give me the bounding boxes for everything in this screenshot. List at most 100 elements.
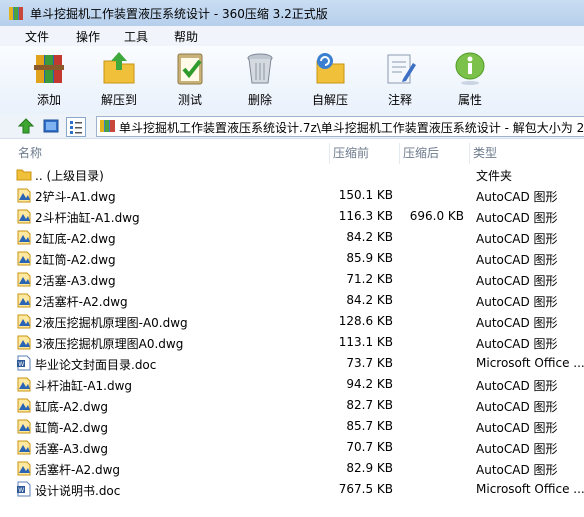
window-title: 单斗挖掘机工作装置液压系统设计 - 360压缩 3.2正式版	[30, 7, 328, 21]
detail-view-icon[interactable]	[66, 117, 86, 137]
autocad-file-icon	[17, 188, 31, 203]
file-row[interactable]: 2活塞杆-A2.dwg 84.2 KB AutoCAD 图形	[0, 290, 584, 311]
file-type: AutoCAD 图形	[476, 337, 558, 351]
folder-icon	[16, 169, 32, 181]
file-compressed-size: 696.0 KB	[409, 209, 464, 223]
comment-icon	[387, 54, 416, 84]
file-type: AutoCAD 图形	[476, 421, 558, 435]
file-row[interactable]: 2缸底-A2.dwg 84.2 KB AutoCAD 图形	[0, 227, 584, 248]
file-name: 2斗杆油缸-A1.dwg	[35, 211, 140, 225]
autocad-file-icon	[17, 335, 31, 350]
menu-operate[interactable]: 操作	[76, 28, 100, 45]
file-name: 斗杆油缸-A1.dwg	[35, 379, 133, 393]
menu-help[interactable]: 帮助	[174, 28, 198, 45]
file-name: 2铲斗-A1.dwg	[35, 190, 116, 204]
autocad-file-icon	[17, 293, 31, 308]
file-row[interactable]: 活塞杆-A2.dwg 82.9 KB AutoCAD 图形	[0, 458, 584, 479]
file-size: 150.1 KB	[338, 188, 393, 202]
autocad-file-icon	[17, 398, 31, 413]
properties-button[interactable]: 属性	[440, 49, 500, 108]
comment-label: 注释	[387, 93, 412, 107]
autocad-file-icon	[17, 272, 31, 287]
info-icon	[455, 52, 485, 85]
archive-app-icon	[9, 7, 23, 20]
file-type: Microsoft Office ...	[476, 482, 584, 496]
add-button[interactable]: 添加	[19, 49, 79, 108]
file-type: AutoCAD 图形	[476, 295, 558, 309]
file-row[interactable]: 2缸筒-A2.dwg 85.9 KB AutoCAD 图形	[0, 248, 584, 269]
file-size: 85.7 KB	[346, 419, 393, 433]
file-list-header: 名称 压缩前 压缩后 类型	[0, 143, 584, 164]
delete-button[interactable]: 删除	[230, 49, 290, 108]
delete-icon	[247, 53, 273, 84]
file-size: 82.7 KB	[346, 398, 393, 412]
autocad-file-icon	[17, 419, 31, 434]
file-row[interactable]: 3液压挖掘机原理图A0.dwg 113.1 KB AutoCAD 图形	[0, 332, 584, 353]
file-row[interactable]: 2活塞-A3.dwg 71.2 KB AutoCAD 图形	[0, 269, 584, 290]
file-size: 70.7 KB	[346, 440, 393, 454]
file-name: .. (上级目录)	[35, 169, 104, 183]
file-name: 2活塞-A3.dwg	[35, 274, 116, 288]
address-bar: 单斗挖掘机工作装置液压系统设计.7z\单斗挖掘机工作装置液压系统设计 - 解包大…	[0, 114, 584, 139]
file-row[interactable]: 活塞-A3.dwg 70.7 KB AutoCAD 图形	[0, 437, 584, 458]
column-name[interactable]: 名称	[15, 143, 330, 164]
column-type[interactable]: 类型	[470, 143, 584, 164]
file-row[interactable]: 2液压挖掘机原理图-A0.dwg 128.6 KB AutoCAD 图形	[0, 311, 584, 332]
extract-to-button[interactable]: 解压到	[89, 49, 149, 108]
file-row[interactable]: W 毕业论文封面目录.doc 73.7 KB Microsoft Office ...	[0, 353, 584, 374]
file-type: AutoCAD 图形	[476, 211, 558, 225]
file-name: 缸底-A2.dwg	[35, 400, 109, 414]
add-label: 添加	[36, 93, 61, 107]
address-field[interactable]: 单斗挖掘机工作装置液压系统设计.7z\单斗挖掘机工作装置液压系统设计 - 解包大…	[96, 116, 584, 137]
self-extract-label: 自解压	[311, 93, 348, 107]
archive-icon	[100, 120, 115, 132]
file-name: 2缸筒-A2.dwg	[35, 253, 116, 267]
file-row[interactable]: .. (上级目录) 文件夹	[0, 164, 584, 185]
self-extract-icon	[316, 53, 345, 84]
file-row[interactable]: 缸筒-A2.dwg 85.7 KB AutoCAD 图形	[0, 416, 584, 437]
file-type: AutoCAD 图形	[476, 316, 558, 330]
file-size: 116.3 KB	[338, 209, 393, 223]
autocad-file-icon	[17, 251, 31, 266]
up-arrow-icon[interactable]	[17, 117, 35, 135]
file-type: AutoCAD 图形	[476, 232, 558, 246]
file-row[interactable]: 缸底-A2.dwg 82.7 KB AutoCAD 图形	[0, 395, 584, 416]
file-type: 文件夹	[476, 169, 513, 183]
file-size: 94.2 KB	[346, 377, 393, 391]
file-row[interactable]: 斗杆油缸-A1.dwg 94.2 KB AutoCAD 图形	[0, 374, 584, 395]
file-name: 毕业论文封面目录.doc	[35, 358, 157, 372]
column-compressed[interactable]: 压缩后	[400, 143, 470, 164]
file-type: AutoCAD 图形	[476, 253, 558, 267]
test-button[interactable]: 测试	[160, 49, 220, 108]
file-type: AutoCAD 图形	[476, 274, 558, 288]
svg-text:W: W	[18, 487, 24, 494]
self-extract-button[interactable]: 自解压	[300, 49, 360, 108]
file-row[interactable]: 2斗杆油缸-A1.dwg 116.3 KB 696.0 KB AutoCAD 图形	[0, 206, 584, 227]
toolbar: 添加 解压到 测试 删除 自解压 注释 属性	[0, 46, 584, 115]
file-size: 84.2 KB	[346, 230, 393, 244]
file-size: 767.5 KB	[338, 482, 393, 496]
word-doc-icon: W	[17, 481, 31, 497]
file-type: AutoCAD 图形	[476, 400, 558, 414]
autocad-file-icon	[17, 209, 31, 224]
test-label: 测试	[177, 93, 202, 107]
extract-to-label: 解压到	[100, 93, 137, 107]
menu-tools[interactable]: 工具	[124, 28, 148, 45]
comment-button[interactable]: 注释	[370, 49, 430, 108]
file-name: 3液压挖掘机原理图A0.dwg	[35, 337, 184, 351]
column-size[interactable]: 压缩前	[330, 143, 400, 164]
file-type: AutoCAD 图形	[476, 442, 558, 456]
file-size: 73.7 KB	[346, 356, 393, 370]
file-row[interactable]: W 设计说明书.doc 767.5 KB Microsoft Office ...	[0, 479, 584, 500]
file-row[interactable]: 2铲斗-A1.dwg 150.1 KB AutoCAD 图形	[0, 185, 584, 206]
extract-to-icon	[103, 52, 135, 84]
file-name: 缸筒-A2.dwg	[35, 421, 109, 435]
large-icon-view-icon[interactable]	[42, 117, 60, 135]
file-size: 85.9 KB	[346, 251, 393, 265]
menu-file[interactable]: 文件	[25, 28, 49, 45]
file-name: 活塞-A3.dwg	[35, 442, 109, 456]
menu-bar: 文件 操作 工具 帮助	[0, 26, 584, 46]
autocad-file-icon	[17, 440, 31, 455]
add-archive-icon	[34, 55, 64, 83]
file-name: 2活塞杆-A2.dwg	[35, 295, 128, 309]
